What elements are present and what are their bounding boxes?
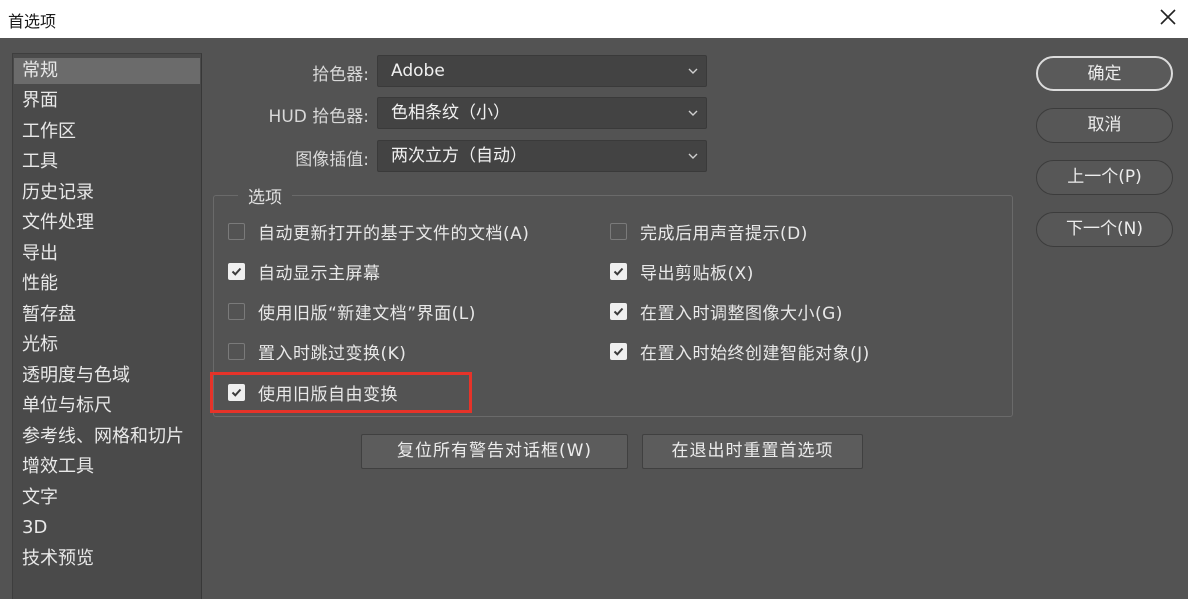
sidebar-item-scratch-disks[interactable]: 暂存盘: [14, 302, 200, 328]
auto-update-documents-checkbox[interactable]: 自动更新打开的基于文件的文档(A): [228, 218, 529, 244]
checkmark-icon: [613, 267, 624, 276]
sidebar-item-tech-preview[interactable]: 技术预览: [14, 546, 200, 572]
highlight-box: [210, 372, 472, 413]
sidebar-item-tools[interactable]: 工具: [14, 149, 200, 175]
checkbox-label: 在置入时始终创建智能对象(J): [640, 343, 870, 364]
sidebar-item-history[interactable]: 历史记录: [14, 180, 200, 206]
checkbox-label: 使用旧版“新建文档”界面(L): [258, 303, 476, 324]
sidebar-item-file-handling[interactable]: 文件处理: [14, 210, 200, 236]
reset-warnings-button[interactable]: 复位所有警告对话框(W): [361, 434, 628, 469]
chevron-down-icon: [688, 153, 698, 159]
image-interpolation-value: 两次立方（自动）: [391, 146, 527, 166]
checkbox-unchecked-icon: [228, 222, 245, 240]
reset-on-quit-button[interactable]: 在退出时重置首选项: [642, 434, 863, 469]
checkbox-checked-icon: [610, 302, 627, 320]
chevron-down-icon: [688, 110, 698, 116]
sidebar-item-workspace[interactable]: 工作区: [14, 119, 200, 145]
chevron-down-icon: [688, 68, 698, 74]
title-bar: 首选项: [0, 0, 1188, 38]
image-interpolation-select[interactable]: 两次立方（自动）: [377, 140, 707, 172]
sidebar-item-type[interactable]: 文字: [14, 485, 200, 511]
auto-show-home-screen-checkbox[interactable]: 自动显示主屏幕: [228, 258, 381, 284]
checkmark-icon: [613, 307, 624, 316]
checkmark-icon: [231, 267, 242, 276]
cancel-button[interactable]: 取消: [1036, 108, 1173, 143]
checkbox-unchecked-icon: [228, 302, 245, 320]
sidebar-item-performance[interactable]: 性能: [14, 271, 200, 297]
sidebar-item-interface[interactable]: 界面: [14, 88, 200, 114]
skip-transform-on-place-checkbox[interactable]: 置入时跳过变换(K): [228, 338, 406, 364]
ok-button[interactable]: 确定: [1036, 56, 1173, 91]
sidebar-item-guides-grid[interactable]: 参考线、网格和切片: [14, 424, 200, 450]
color-picker-select[interactable]: Adobe: [377, 55, 707, 87]
close-icon: [1160, 9, 1176, 25]
color-picker-label: 拾色器:: [312, 65, 369, 85]
legacy-new-document-checkbox[interactable]: 使用旧版“新建文档”界面(L): [228, 298, 476, 324]
sidebar-item-cursors[interactable]: 光标: [14, 332, 200, 358]
sidebar-item-transparency[interactable]: 透明度与色域: [14, 363, 200, 389]
checkbox-checked-icon: [228, 262, 245, 280]
sidebar-item-units-rulers[interactable]: 单位与标尺: [14, 393, 200, 419]
checkbox-unchecked-icon: [610, 222, 627, 240]
color-picker-value: Adobe: [391, 61, 445, 81]
checkbox-checked-icon: [610, 262, 627, 280]
sidebar-item-3d[interactable]: 3D: [14, 515, 200, 541]
sidebar-item-general[interactable]: 常规: [14, 58, 200, 84]
dialog-title: 首选项: [8, 12, 57, 31]
checkbox-label: 自动显示主屏幕: [258, 263, 381, 284]
checkbox-label: 在置入时调整图像大小(G): [640, 303, 843, 324]
checkbox-label: 置入时跳过变换(K): [258, 343, 407, 364]
options-group-legend: 选项: [238, 183, 292, 208]
checkbox-checked-icon: [610, 342, 627, 360]
checkbox-label: 自动更新打开的基于文件的文档(A): [258, 223, 530, 244]
hud-color-picker-value: 色相条纹（小）: [391, 103, 510, 123]
resize-image-on-place-checkbox[interactable]: 在置入时调整图像大小(G): [610, 298, 843, 324]
sidebar-item-export[interactable]: 导出: [14, 241, 200, 267]
sound-on-complete-checkbox[interactable]: 完成后用声音提示(D): [610, 218, 808, 244]
close-button[interactable]: [1156, 3, 1180, 31]
always-create-smart-objects-checkbox[interactable]: 在置入时始终创建智能对象(J): [610, 338, 870, 364]
checkbox-label: 导出剪贴板(X): [640, 263, 754, 284]
next-button[interactable]: 下一个(N): [1036, 212, 1173, 247]
sidebar-item-plugins[interactable]: 增效工具: [14, 454, 200, 480]
image-interpolation-label: 图像插值:: [295, 150, 369, 170]
checkbox-label: 完成后用声音提示(D): [640, 223, 808, 244]
hud-color-picker-label: HUD 拾色器:: [268, 107, 369, 127]
hud-color-picker-select[interactable]: 色相条纹（小）: [377, 97, 707, 129]
checkmark-icon: [613, 347, 624, 356]
preferences-sidebar: 常规 界面 工作区 工具 历史记录 文件处理 导出 性能 暂存盘 光标 透明度与…: [12, 53, 202, 599]
previous-button[interactable]: 上一个(P): [1036, 160, 1173, 195]
checkbox-unchecked-icon: [228, 342, 245, 360]
export-clipboard-checkbox[interactable]: 导出剪贴板(X): [610, 258, 754, 284]
